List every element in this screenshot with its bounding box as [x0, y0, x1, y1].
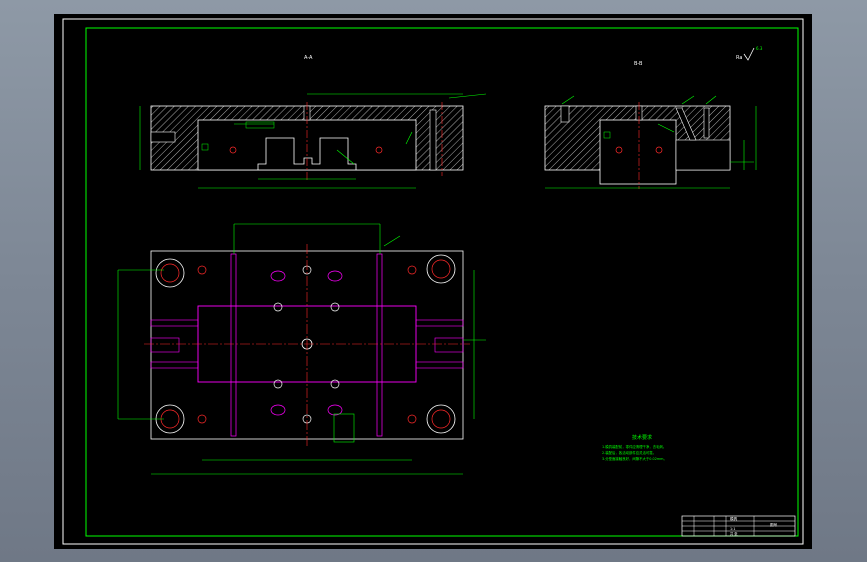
tech-requirements-title: 技术要求: [632, 434, 652, 441]
guide-bush-tl-inner: [160, 263, 180, 283]
ejector-slot-4: [327, 404, 343, 416]
roughness-symbol-label: Ra: [736, 55, 742, 61]
side-pin-rt: [415, 319, 464, 327]
tech-requirement-3: 3.分型面接触良好，间隙不大于0.02mm。: [602, 456, 667, 461]
guide-bush-tl: [155, 258, 185, 288]
screw-hole-3: [197, 414, 207, 424]
ejector-slot-2: [327, 270, 343, 282]
ejector-pin-1: [273, 302, 283, 312]
tech-requirements: 技术要求 1.模具装配前，零件应清理干净，去毛刺。 2.装配后，各活动部件应灵活…: [602, 434, 667, 461]
roughness-symbol: Ra 6.3: [736, 46, 763, 61]
side-pin-lt: [150, 319, 199, 327]
section-b-slot: [703, 107, 710, 139]
side-pin-lb: [150, 361, 199, 369]
ejector-slot-3: [270, 404, 286, 416]
guide-bush-tr-inner: [431, 259, 451, 279]
section-b-leader-3: [705, 95, 717, 105]
section-b-leader-1: [561, 95, 575, 105]
screw-hole-1: [197, 265, 207, 275]
screw-hole-2: [407, 265, 417, 275]
section-view-a[interactable]: A-A: [139, 55, 487, 189]
section-a-label: A-A: [304, 55, 313, 61]
rail-left: [230, 253, 237, 437]
guide-bush-tr: [426, 254, 456, 284]
side-pin-rb: [415, 361, 464, 369]
section-a-side-pin: [150, 131, 176, 143]
title-block-sheet: 共 张: [730, 531, 738, 536]
side-block-right: [434, 337, 464, 353]
screw-hole-4: [407, 414, 417, 424]
tech-requirement-2: 2.装配后，各活动部件应灵活可靠。: [602, 450, 656, 455]
plan-leader-1: [383, 235, 401, 247]
ejector-pin-3: [273, 379, 283, 389]
section-b-leader-2: [681, 95, 695, 105]
section-b-label: B-B: [634, 61, 643, 67]
roughness-value: 6.3: [756, 46, 763, 51]
section-view-b[interactable]: B-B: [544, 61, 757, 189]
section-b-pin: [560, 105, 570, 123]
title-block-code: 图号: [770, 522, 778, 527]
section-b-cavity: [599, 119, 677, 185]
guide-bush-br: [426, 404, 456, 434]
title-block-scale: 1:1: [730, 527, 735, 531]
guide-bush-br-inner: [431, 409, 451, 429]
drawing-canvas[interactable]: A-A B-B Ra 6.3 技术要求 1.模具装配前，零件应清理干净，去毛刺。…: [54, 14, 812, 549]
ejector-pin-2: [330, 302, 340, 312]
plan-view[interactable]: [117, 223, 486, 475]
tech-requirement-1: 1.模具装配前，零件应清理干净，去毛刺。: [602, 444, 666, 449]
cad-viewport[interactable]: A-A B-B Ra 6.3 技术要求 1.模具装配前，零件应清理干净，去毛刺。…: [54, 14, 812, 549]
section-b-cutout: [675, 139, 731, 171]
ejector-slot-1: [270, 270, 286, 282]
title-block-name: 模具: [730, 516, 738, 521]
outer-frame: [62, 18, 804, 545]
side-block-left: [150, 337, 180, 353]
ejector-pin-4: [330, 379, 340, 389]
roughness-check-icon: [743, 47, 755, 61]
plan-detail-box: [333, 413, 355, 443]
section-a-leader-2: [448, 93, 487, 99]
section-a-slot: [429, 109, 437, 171]
rail-right: [376, 253, 383, 437]
title-block[interactable]: 模具 1:1 共 张 图号: [681, 515, 796, 537]
